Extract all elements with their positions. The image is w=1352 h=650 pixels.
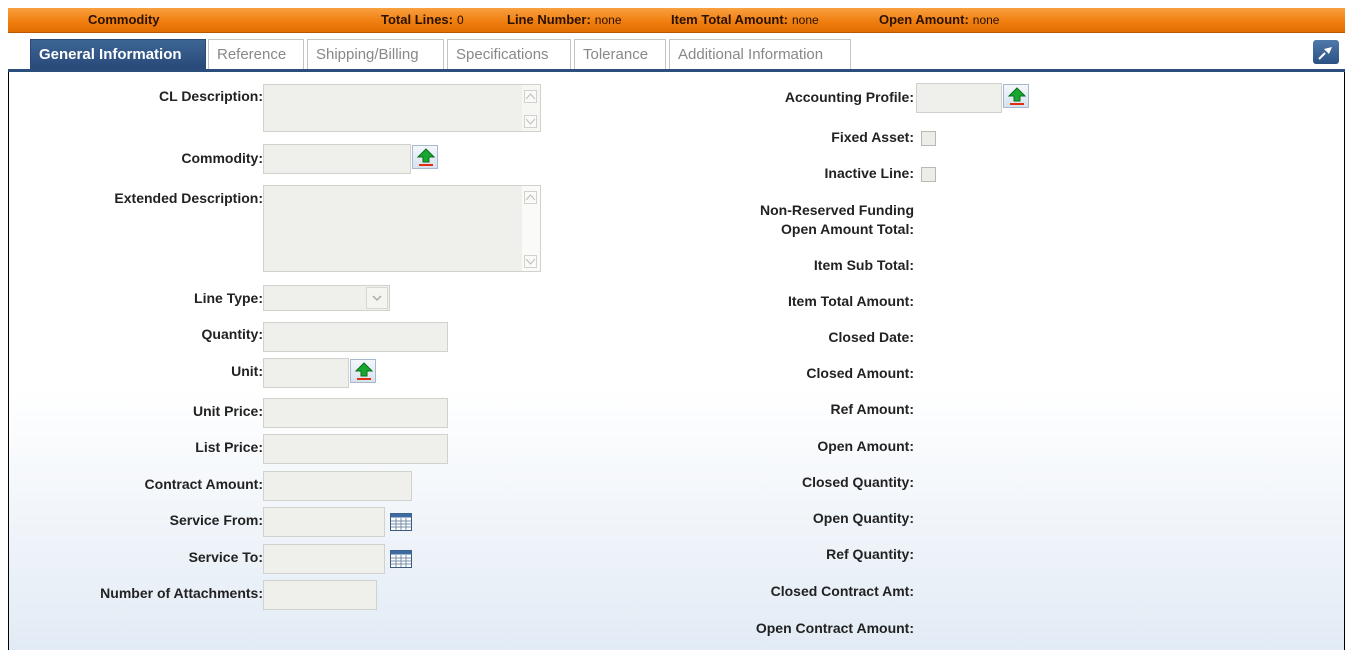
number-of-attachments-label: Number of Attachments: (100, 585, 263, 601)
extended-description-field[interactable] (263, 185, 541, 272)
general-information-panel: CL Description: Commodity: Extended Desc… (8, 72, 1345, 650)
pin-icon (1318, 47, 1332, 60)
item-sub-total-label: Item Sub Total: (813, 257, 914, 273)
non-reserved-funding-label: Non-Reserved Funding Open Amount Total: (759, 202, 914, 237)
contract-amount-field[interactable] (263, 471, 412, 501)
ref-amount-label: Ref Amount: (830, 401, 914, 417)
accounting-profile-lookup-button[interactable] (1003, 84, 1029, 108)
line-header-bar: Commodity Total Lines: 0 Line Number: none… (8, 8, 1345, 33)
calendar-icon[interactable] (390, 513, 412, 531)
inactive-line-checkbox[interactable] (921, 167, 936, 182)
contract-amount-label: Contract Amount: (144, 476, 263, 492)
quantity-label: Quantity: (201, 326, 263, 342)
ref-quantity-label: Ref Quantity: (826, 546, 914, 562)
header-title: Commodity (88, 12, 160, 27)
accounting-profile-label: Accounting Profile: (784, 89, 914, 105)
scroll-up-icon (526, 194, 535, 201)
unit-lookup-button[interactable] (350, 359, 376, 383)
service-to-label: Service To: (188, 549, 263, 565)
closed-date-label: Closed Date: (828, 329, 914, 345)
service-from-label: Service From: (169, 512, 263, 528)
closed-quantity-label: Closed Quantity: (801, 474, 914, 490)
line-type-label: Line Type: (194, 290, 263, 306)
inactive-line-label: Inactive Line: (824, 165, 914, 181)
calendar-icon[interactable] (390, 550, 412, 568)
open-quantity-label: Open Quantity: (812, 510, 914, 526)
scroll-down-icon (526, 118, 535, 125)
tab-reference[interactable]: Reference (208, 39, 304, 69)
closed-contract-amt-label: Closed Contract Amt: (770, 583, 914, 599)
upload-arrow-icon (355, 362, 373, 380)
chevron-down-icon (372, 295, 382, 302)
cl-description-label: CL Description: (159, 88, 263, 104)
commodity-field[interactable] (263, 144, 411, 174)
tab-general-information[interactable]: General Information (30, 39, 206, 69)
upload-arrow-icon (417, 148, 435, 166)
unit-field[interactable] (263, 358, 349, 388)
fixed-asset-checkbox[interactable] (921, 131, 936, 146)
accounting-profile-field[interactable] (916, 83, 1002, 113)
scroll-up-icon (526, 93, 535, 100)
commodity-lookup-button[interactable] (412, 145, 438, 169)
fixed-asset-label: Fixed Asset: (831, 129, 914, 145)
service-from-field[interactable] (263, 507, 385, 537)
line-type-select[interactable] (263, 285, 390, 311)
upload-arrow-icon (1008, 87, 1026, 105)
service-to-field[interactable] (263, 544, 385, 574)
cl-description-field[interactable] (263, 84, 541, 132)
commodity-label: Commodity: (181, 150, 263, 166)
tab-specifications[interactable]: Specifications (447, 39, 571, 69)
open-amount-label: Open Amount: (817, 438, 914, 454)
list-price-field[interactable] (263, 434, 448, 464)
tab-strip: General Information Reference Shipping/B… (8, 36, 1345, 72)
unit-label: Unit: (231, 363, 263, 379)
item-total-amount-label: Item Total Amount: (788, 293, 914, 309)
closed-amount-label: Closed Amount: (806, 365, 914, 381)
list-price-label: List Price: (195, 439, 263, 455)
scroll-down-icon (526, 258, 535, 265)
line-number: Line Number: none (507, 12, 622, 27)
quantity-field[interactable] (263, 322, 448, 352)
extended-description-label: Extended Description: (114, 190, 263, 206)
unit-price-field[interactable] (263, 398, 448, 428)
open-contract-amount-label: Open Contract Amount: (755, 620, 914, 636)
total-lines: Total Lines: 0 (381, 12, 464, 27)
item-total-amount: Item Total Amount: none (671, 12, 819, 27)
number-of-attachments-field (263, 580, 377, 610)
tab-shipping-billing[interactable]: Shipping/Billing (307, 39, 444, 69)
open-amount: Open Amount: none (879, 12, 1000, 27)
tab-additional-information[interactable]: Additional Information (669, 39, 851, 69)
pin-button[interactable] (1313, 40, 1339, 64)
tab-tolerance[interactable]: Tolerance (574, 39, 666, 69)
unit-price-label: Unit Price: (192, 403, 263, 419)
